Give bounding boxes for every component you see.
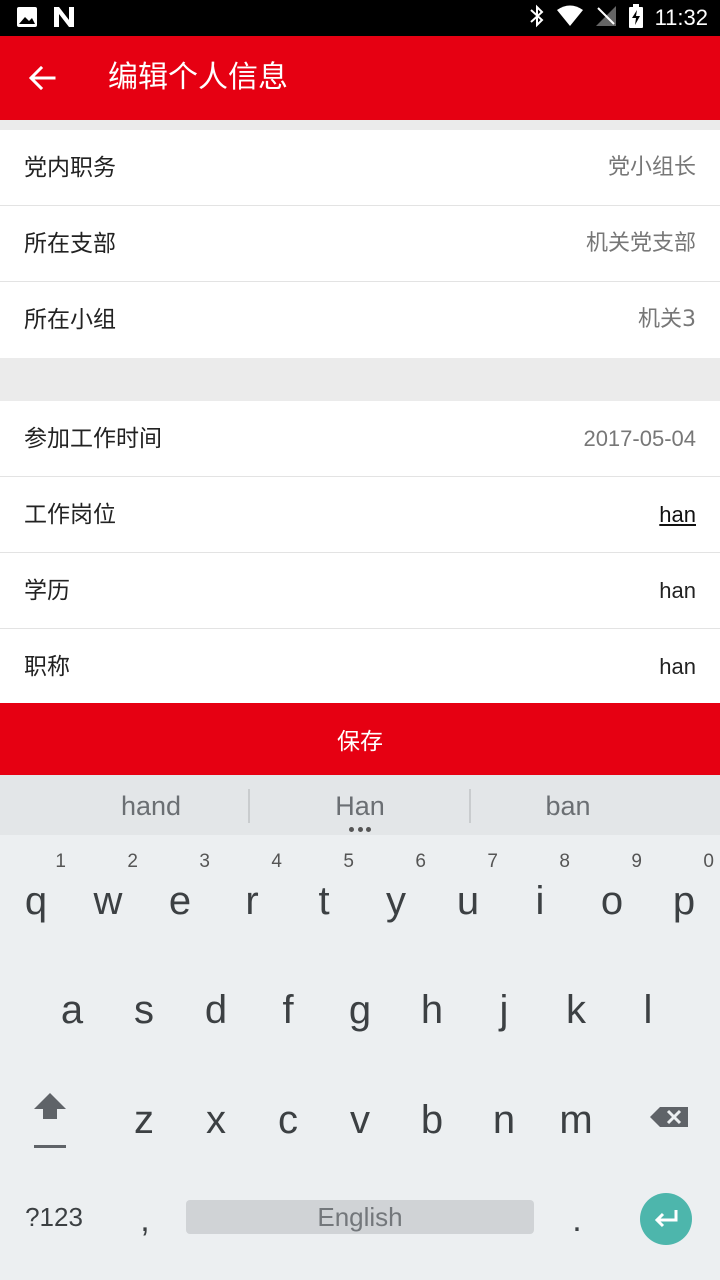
row-label: 学历 [24,578,70,604]
image-icon [16,6,38,32]
form-content[interactable]: 党内职务 党小组长 所在支部 机关党支部 所在小组 机关3 参加工作时间 201… [0,120,720,703]
key-w[interactable]: 2w [72,845,144,945]
status-time: 11:32 [654,5,708,30]
key-q[interactable]: 1q [0,845,72,945]
key-m[interactable]: m [540,1068,612,1168]
key-r[interactable]: 4r [216,845,288,945]
row-education[interactable]: 学历 han [0,553,720,629]
key-z[interactable]: z [108,1068,180,1168]
row-value: 机关3 [638,307,696,332]
more-suggestions-icon[interactable] [349,827,371,833]
work-info-section: 参加工作时间 2017-05-04 工作岗位 han 学历 han 职称 han [0,401,720,703]
no-sim-icon [595,5,617,31]
row-value: 党小组长 [607,155,696,180]
key-y[interactable]: 6y [360,845,432,945]
title-input[interactable]: han [659,629,696,703]
key-s[interactable]: s [108,958,180,1058]
education-input[interactable]: han [659,553,696,629]
job-position-input[interactable]: han [659,477,696,553]
status-bar: 11:32 [0,0,720,36]
arrow-back-icon [28,65,56,91]
row-branch[interactable]: 所在支部 机关党支部 [0,206,720,282]
space-key[interactable]: English [186,1200,534,1234]
key-g[interactable]: g [324,958,396,1058]
key-x[interactable]: x [180,1068,252,1168]
n-icon [52,6,76,32]
row-party-position[interactable]: 党内职务 党小组长 [0,130,720,206]
divider [248,789,250,823]
suggestion-bar: hand Han ban [0,775,720,835]
row-label: 所在小组 [24,307,116,333]
row-label: 参加工作时间 [24,426,162,452]
backspace-icon [650,1107,688,1127]
key-a[interactable]: a [36,958,108,1058]
key-h[interactable]: h [396,958,468,1058]
row-label: 工作岗位 [24,502,116,528]
key-t[interactable]: 5t [288,845,360,945]
symbols-key[interactable]: ?123 [14,1197,94,1237]
row-title[interactable]: 职称 han [0,629,720,703]
key-n[interactable]: n [468,1068,540,1168]
key-f[interactable]: f [252,958,324,1058]
soft-keyboard: hand Han ban 1q 2w 3e 4r 5t 6y 7u 8i 9o … [0,775,720,1280]
battery-charging-icon [628,4,643,32]
row-value: 2017-05-04 [583,426,696,451]
comma-key[interactable]: , [120,1195,170,1245]
row-label: 职称 [24,654,70,680]
row-value: 机关党支部 [585,231,696,256]
key-u[interactable]: 7u [432,845,504,945]
row-label: 所在支部 [24,231,116,257]
back-button[interactable] [20,56,64,100]
row-work-start-date[interactable]: 参加工作时间 2017-05-04 [0,401,720,477]
suggestion-item[interactable]: Han [260,775,460,835]
key-d[interactable]: d [180,958,252,1058]
row-group[interactable]: 所在小组 机关3 [0,282,720,358]
key-k[interactable]: k [540,958,612,1058]
key-v[interactable]: v [324,1068,396,1168]
page-title: 编辑个人信息 [108,60,288,95]
wifi-icon [556,5,583,31]
key-l[interactable]: l [612,958,684,1058]
key-c[interactable]: c [252,1068,324,1168]
party-info-section: 党内职务 党小组长 所在支部 机关党支部 所在小组 机关3 [0,130,720,358]
bluetooth-icon [529,4,545,32]
enter-key[interactable] [640,1193,692,1245]
row-label: 党内职务 [24,155,116,181]
delete-key[interactable] [632,1087,704,1147]
key-b[interactable]: b [396,1068,468,1168]
row-job-position[interactable]: 工作岗位 han [0,477,720,553]
key-j[interactable]: j [468,958,540,1058]
enter-icon [654,1210,678,1228]
key-o[interactable]: 9o [576,845,648,945]
key-e[interactable]: 3e [144,845,216,945]
shift-key[interactable] [14,1085,86,1165]
period-key[interactable]: . [552,1195,602,1245]
app-bar: 编辑个人信息 [0,36,720,120]
shift-icon [34,1093,66,1148]
key-p[interactable]: 0p [648,845,720,945]
key-i[interactable]: 8i [504,845,576,945]
save-button[interactable]: 保存 [0,703,720,775]
suggestion-item[interactable]: hand [51,775,251,835]
suggestion-item[interactable]: ban [468,775,668,835]
